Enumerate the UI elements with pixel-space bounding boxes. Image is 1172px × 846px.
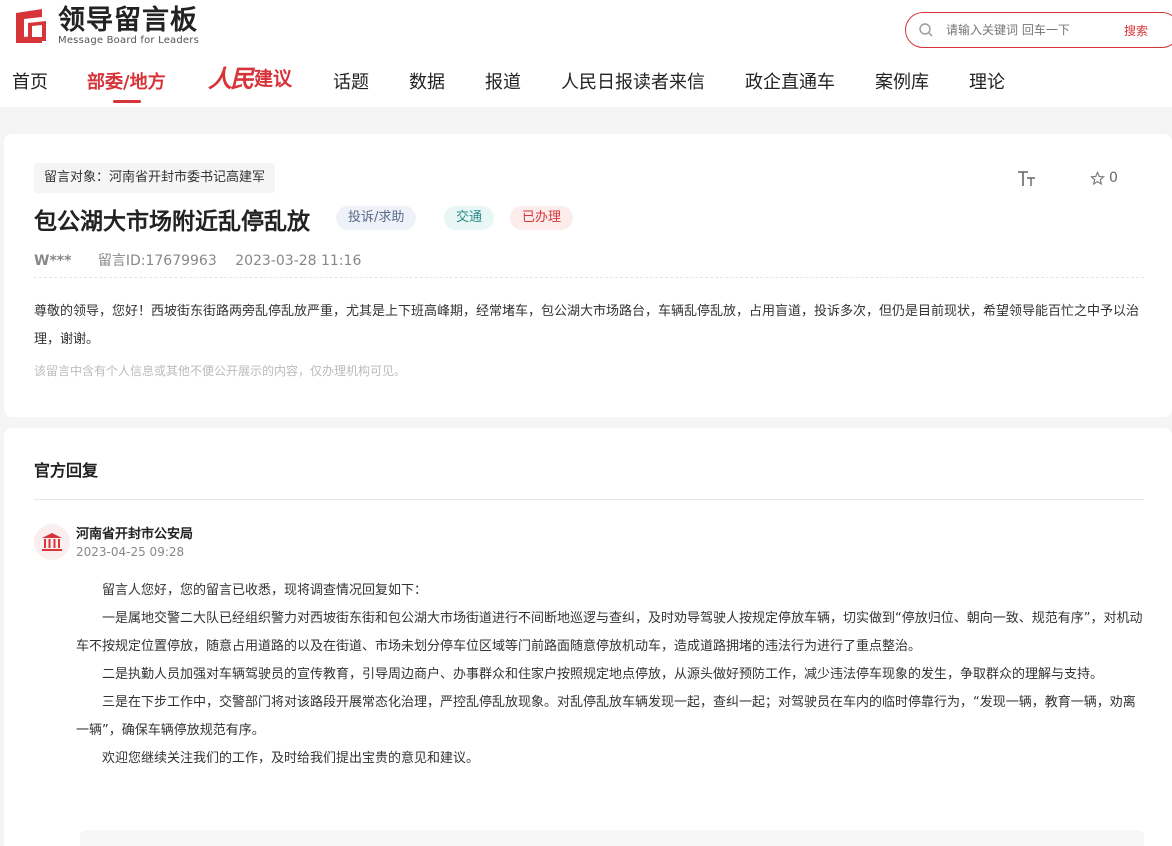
- brand-text: 建议: [254, 68, 293, 90]
- nav-active-indicator: [113, 100, 141, 103]
- nav-item-ministries-local[interactable]: 部委/地方: [87, 68, 166, 94]
- message-body: 尊敬的领导，您好！西坡街东街路两旁乱停乱放严重，尤其是上下班高峰期，经常堵车，包…: [34, 304, 1140, 347]
- message-author: W***: [34, 253, 72, 269]
- status-badge: 已办理: [510, 206, 574, 230]
- search-input[interactable]: [946, 23, 1116, 37]
- favorite-button[interactable]: 0: [1090, 170, 1118, 186]
- font-size-icon[interactable]: [1017, 169, 1037, 189]
- reply-time: 2023-04-25 09:28: [76, 545, 185, 559]
- nav-item-gov-enterprise[interactable]: 政企直通车: [745, 68, 835, 94]
- divider: [34, 499, 1144, 500]
- field-badge[interactable]: 交通: [444, 206, 495, 230]
- reply-paragraph: 三是在下步工作中，交警部门将对该路段开展常态化治理，严控乱停乱放现象。对乱停乱放…: [76, 695, 1136, 738]
- logo-mark-icon: [16, 9, 46, 43]
- nav-item-home[interactable]: 首页: [12, 68, 48, 94]
- nav-item-peoples-suggestions[interactable]: 人民 建议: [208, 62, 292, 94]
- message-time: 2023-03-28 11:16: [235, 253, 362, 269]
- nav-item-readers-letters[interactable]: 人民日报读者来信: [561, 68, 705, 94]
- nav-item-data[interactable]: 数据: [409, 68, 445, 94]
- message-meta: W*** 留言ID:17679963 2023-03-28 11:16: [34, 250, 361, 270]
- site-logo[interactable]: 领导留言板 Message Board for Leaders: [12, 6, 199, 46]
- government-building-icon: [42, 533, 62, 551]
- reply-paragraph: 留言人您好，您的留言已收悉，现将调查情况回复如下：: [102, 583, 428, 598]
- site-header: 领导留言板 Message Board for Leaders 搜索 首页 部委…: [0, 0, 1172, 107]
- reply-body: 留言人您好，您的留言已收悉，现将调查情况回复如下： 一是属地交警二大队已经组织警…: [76, 577, 1146, 773]
- favorite-count: 0: [1109, 170, 1118, 186]
- message-id: 留言ID:17679963: [97, 253, 217, 269]
- privacy-note: 该留言中含有个人信息或其他不便公开展示的内容，仅办理机构可见。: [34, 364, 407, 378]
- search-button[interactable]: 搜索: [1124, 22, 1148, 39]
- search-icon: [919, 23, 933, 37]
- nav-item-reports[interactable]: 报道: [485, 68, 521, 94]
- logo-subtitle: Message Board for Leaders: [58, 34, 200, 46]
- category-badge[interactable]: 投诉/求助: [336, 206, 417, 230]
- star-icon: [1090, 170, 1105, 185]
- rating-panel: [80, 830, 1144, 846]
- message-target: 留言对象：河南省开封市委书记高建军: [34, 163, 276, 193]
- reply-org-name: 河南省开封市公安局: [76, 527, 194, 542]
- logo-title: 领导留言板: [58, 4, 198, 36]
- message-title: 包公湖大市场附近乱停乱放: [34, 209, 310, 235]
- reply-paragraph: 欢迎您继续关注我们的工作，及时给我们提出宝贵的意见和建议。: [102, 751, 480, 766]
- reply-heading: 官方回复: [34, 461, 99, 480]
- reply-card: 官方回复 河南省开封市公安局 2023-04-25 09:28 留言人您好，您的…: [4, 428, 1172, 846]
- org-avatar: [34, 524, 70, 560]
- search-box: 搜索: [905, 12, 1172, 48]
- divider: [34, 277, 1144, 278]
- main-nav: 首页 部委/地方 人民 建议 话题 数据 报道 人民日报读者来信 政企直通车 案…: [0, 62, 1172, 104]
- nav-item-case-library[interactable]: 案例库: [875, 68, 929, 94]
- reply-paragraph: 一是属地交警二大队已经组织警力对西坡街东街和包公湖大市场街道进行不间断地巡逻与查…: [76, 611, 1143, 654]
- nav-item-topics[interactable]: 话题: [333, 68, 369, 94]
- nav-item-theory[interactable]: 理论: [969, 68, 1005, 94]
- brand-script-text: 人民: [208, 64, 254, 93]
- message-card: 留言对象：河南省开封市委书记高建军 0 包公湖大市场附近乱停乱放 投诉/求助 交…: [4, 134, 1172, 417]
- reply-paragraph: 二是执勤人员加强对车辆驾驶员的宣传教育，引导周边商户、办事群众和住家户按照规定地…: [102, 667, 1104, 682]
